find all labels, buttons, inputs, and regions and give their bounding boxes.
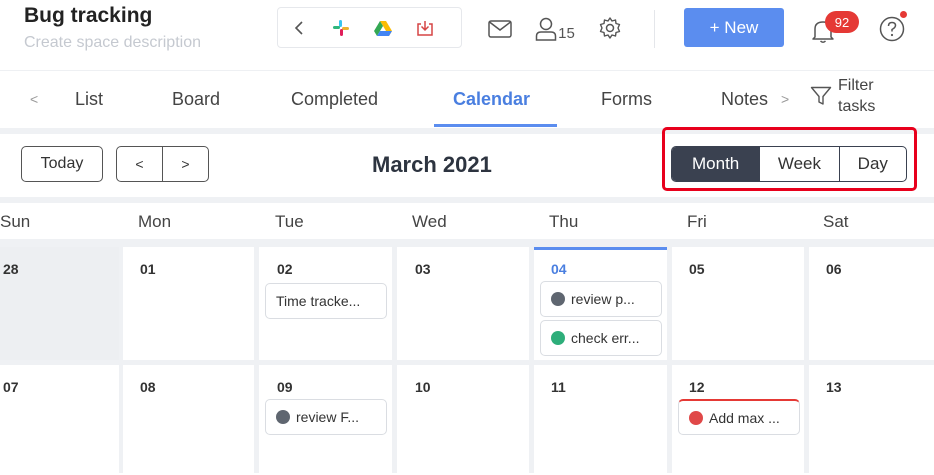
day-number: 28: [3, 261, 19, 277]
active-tab-indicator: [434, 124, 557, 127]
task-card[interactable]: Time tracke...: [265, 283, 387, 319]
envelope-icon: [488, 20, 512, 38]
day-number: 01: [140, 261, 156, 277]
day-number: 13: [826, 379, 842, 395]
task-title: review p...: [571, 291, 635, 307]
filter-icon: [810, 86, 832, 105]
members-button[interactable]: 15: [530, 12, 580, 46]
help-button[interactable]: [878, 15, 906, 43]
tab-completed[interactable]: Completed: [291, 89, 378, 110]
month-nav: < >: [116, 146, 209, 182]
day-number: 07: [3, 379, 19, 395]
day-cell[interactable]: 06: [809, 247, 934, 360]
day-view-button[interactable]: Day: [838, 147, 906, 181]
day-cell[interactable]: 12 Add max ...: [672, 365, 804, 475]
members-count: 15: [558, 24, 575, 42]
task-title: Add max ...: [709, 409, 780, 426]
day-number: 11: [551, 379, 566, 395]
month-view-button[interactable]: Month: [672, 147, 760, 181]
chevron-left-icon: [294, 20, 303, 35]
help-alert-dot: [900, 11, 907, 18]
header-divider: [654, 10, 655, 48]
tab-calendar[interactable]: Calendar: [453, 89, 530, 110]
today-button[interactable]: Today: [21, 146, 103, 182]
day-number: 08: [140, 379, 156, 395]
week-view-button[interactable]: Week: [759, 147, 838, 181]
filter-tasks-button[interactable]: Filter tasks: [806, 71, 926, 125]
next-month-button[interactable]: >: [162, 147, 208, 181]
tab-forms[interactable]: Forms: [601, 89, 652, 110]
avatar-icon: [276, 410, 290, 424]
filter-tasks-label: Filter tasks: [838, 77, 876, 115]
slack-button[interactable]: [320, 8, 362, 48]
new-button[interactable]: + New: [684, 8, 784, 47]
today-indicator: [534, 247, 667, 250]
notification-badge: 92: [825, 11, 859, 33]
day-number: 06: [826, 261, 842, 277]
day-cell[interactable]: 02 Time tracke...: [259, 247, 392, 360]
day-cell[interactable]: 09 review F...: [259, 365, 392, 475]
day-number: 02: [277, 261, 293, 277]
google-drive-icon: [374, 20, 392, 36]
calendar-grid: 28 01 02 Time tracke... 03 04 review p..…: [0, 239, 934, 475]
day-cell[interactable]: 05: [672, 247, 804, 360]
task-title: Time tracke...: [276, 293, 361, 309]
day-cell[interactable]: 28: [0, 247, 119, 360]
space-title[interactable]: Bug tracking: [24, 4, 152, 28]
weekday-mon: Mon: [138, 212, 172, 231]
integrations-group: [277, 7, 462, 48]
help-icon: [879, 16, 905, 42]
task-title: review F...: [296, 409, 360, 425]
day-number: 05: [689, 261, 705, 277]
gear-icon: [599, 17, 621, 39]
weekday-sat: Sat: [823, 212, 849, 231]
task-card[interactable]: review F...: [265, 399, 387, 435]
day-cell[interactable]: 13: [809, 365, 934, 475]
email-button[interactable]: [486, 16, 514, 42]
tabs-scroll-left-icon[interactable]: <: [30, 91, 38, 107]
tab-notes[interactable]: Notes: [721, 89, 773, 110]
collapse-apps-button[interactable]: [278, 8, 320, 48]
view-tabs: < List Board Completed Calendar Forms No…: [0, 70, 934, 128]
avatar-icon: [551, 292, 565, 306]
header: Bug tracking Create space description 15…: [0, 0, 934, 64]
task-title: check err...: [571, 330, 640, 346]
day-number: 09: [277, 379, 293, 395]
settings-button[interactable]: [596, 14, 624, 42]
download-tray-icon: [417, 20, 433, 36]
user-avatar-icon: [551, 331, 565, 345]
weekday-fri: Fri: [687, 212, 707, 231]
view-switcher: Month Week Day: [671, 146, 907, 182]
weekday-thu: Thu: [549, 212, 579, 231]
day-cell[interactable]: 03: [397, 247, 529, 360]
day-number: 04: [551, 261, 567, 277]
app-icon: [689, 410, 703, 425]
slack-icon: [333, 19, 349, 36]
space-description[interactable]: Create space description: [24, 34, 201, 52]
task-card[interactable]: Add max ...: [678, 399, 800, 435]
day-number: 10: [415, 379, 431, 395]
tabs-scroll-right-icon[interactable]: >: [781, 91, 789, 107]
day-cell[interactable]: 07: [0, 365, 119, 475]
day-number: 03: [415, 261, 431, 277]
weekday-tue: Tue: [275, 212, 304, 231]
prev-month-button[interactable]: <: [117, 147, 162, 181]
weekday-wed: Wed: [412, 212, 447, 231]
day-cell[interactable]: 10: [397, 365, 529, 475]
day-cell[interactable]: 11: [534, 365, 667, 475]
user-icon: [535, 17, 557, 41]
import-button[interactable]: [404, 8, 446, 48]
tab-board[interactable]: Board: [172, 89, 220, 110]
month-title: March 2021: [372, 152, 492, 177]
weekday-sun: Sun: [0, 212, 31, 231]
day-number: 12: [689, 379, 705, 395]
day-cell[interactable]: 01: [123, 247, 254, 360]
day-cell-today[interactable]: 04 review p... check err...: [534, 247, 667, 360]
day-cell[interactable]: 08: [123, 365, 254, 475]
tab-list[interactable]: List: [75, 89, 103, 110]
task-card[interactable]: check err...: [540, 320, 662, 356]
task-card[interactable]: review p...: [540, 281, 662, 317]
google-drive-button[interactable]: [362, 8, 404, 48]
calendar-divider: [0, 197, 934, 203]
